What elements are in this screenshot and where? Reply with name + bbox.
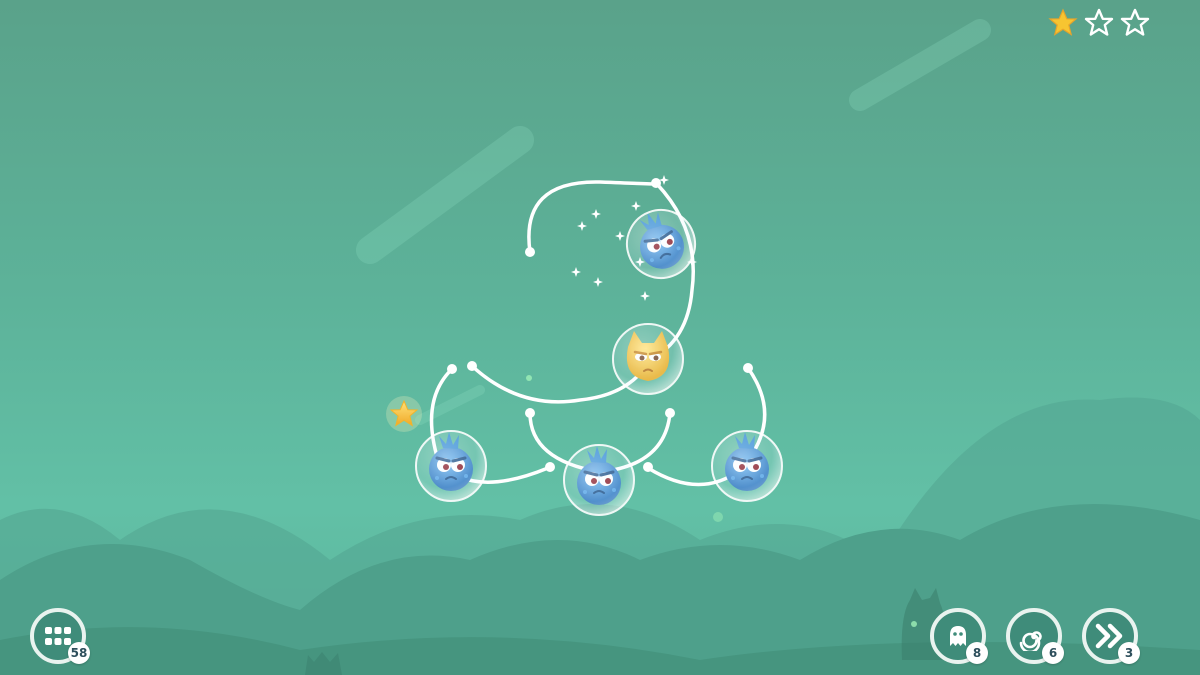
track-node — [665, 408, 675, 418]
ghost-count-badge: 8 — [966, 642, 988, 664]
spiral-count-badge: 6 — [1042, 642, 1064, 664]
track-node — [545, 462, 555, 472]
star-empty-icon — [1120, 8, 1150, 36]
bubble-yellow-creature[interactable] — [612, 323, 684, 395]
star-empty-icon — [1084, 8, 1114, 36]
skip-count-badge: 3 — [1118, 642, 1140, 664]
game-scene — [0, 19, 1200, 675]
track-nodes — [447, 178, 753, 472]
bubble-blue-creature-left[interactable] — [415, 430, 487, 502]
spiral-powerup-button[interactable]: 6 — [1006, 608, 1064, 664]
bubble-blue-creature-right[interactable] — [711, 430, 783, 502]
track-node — [525, 247, 535, 257]
track-node — [525, 408, 535, 418]
level-stars — [1048, 8, 1150, 38]
track-node — [651, 178, 661, 188]
track-node — [643, 462, 653, 472]
skip-level-button[interactable]: 3 — [1082, 608, 1140, 664]
star-filled-icon — [1048, 8, 1078, 36]
collectible-star[interactable] — [386, 396, 422, 432]
level-menu-button[interactable]: 58 — [30, 608, 90, 664]
ghost-powerup-button[interactable]: 8 — [930, 608, 988, 664]
bubble-blue-creature-center[interactable] — [563, 444, 635, 516]
track-node — [467, 361, 477, 371]
track-network — [429, 180, 767, 487]
level-grid-icon — [45, 627, 71, 645]
menu-count-badge: 58 — [68, 642, 90, 664]
track-node — [447, 364, 457, 374]
track-node — [743, 363, 753, 373]
